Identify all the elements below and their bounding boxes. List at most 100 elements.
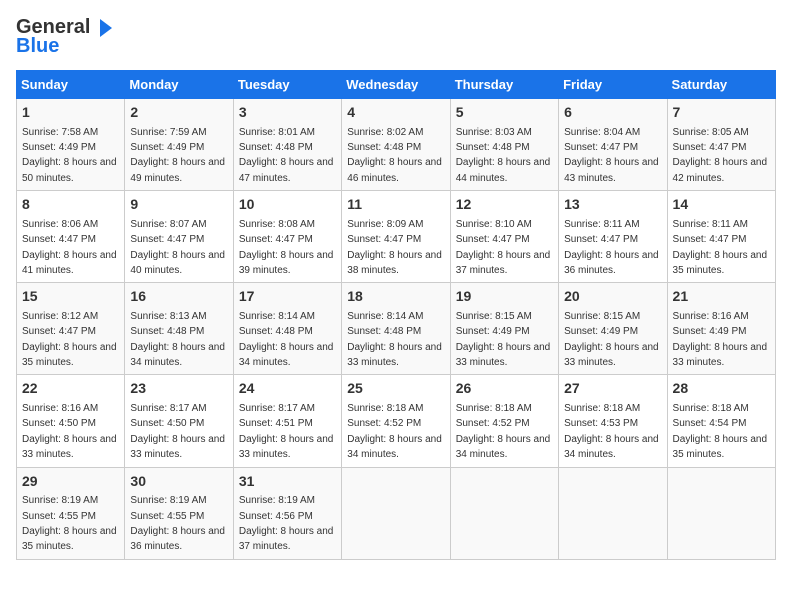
day-number: 23: [130, 379, 227, 399]
calendar-cell: 25Sunrise: 8:18 AMSunset: 4:52 PMDayligh…: [342, 375, 450, 467]
day-number: 16: [130, 287, 227, 307]
sunrise-text: Sunrise: 8:18 AM: [347, 403, 423, 414]
dow-friday: Friday: [559, 71, 667, 99]
sunset-text: Sunset: 4:48 PM: [239, 326, 313, 337]
sunrise-text: Sunrise: 8:14 AM: [347, 311, 423, 322]
sunrise-text: Sunrise: 8:15 AM: [564, 311, 640, 322]
day-number: 3: [239, 103, 336, 123]
daylight-text: Daylight: 8 hours and 33 minutes.: [239, 434, 334, 460]
sunset-text: Sunset: 4:50 PM: [130, 418, 204, 429]
sunrise-text: Sunrise: 8:08 AM: [239, 219, 315, 230]
logo-arrow-icon: [92, 17, 114, 39]
day-number: 9: [130, 195, 227, 215]
daylight-text: Daylight: 8 hours and 35 minutes.: [22, 526, 117, 552]
calendar-cell: 26Sunrise: 8:18 AMSunset: 4:52 PMDayligh…: [450, 375, 558, 467]
daylight-text: Daylight: 8 hours and 33 minutes.: [564, 342, 659, 368]
sunrise-text: Sunrise: 8:02 AM: [347, 127, 423, 138]
calendar-cell: 21Sunrise: 8:16 AMSunset: 4:49 PMDayligh…: [667, 283, 775, 375]
day-number: 11: [347, 195, 444, 215]
daylight-text: Daylight: 8 hours and 39 minutes.: [239, 250, 334, 276]
sunset-text: Sunset: 4:49 PM: [456, 326, 530, 337]
calendar-cell: 23Sunrise: 8:17 AMSunset: 4:50 PMDayligh…: [125, 375, 233, 467]
sunrise-text: Sunrise: 8:07 AM: [130, 219, 206, 230]
sunset-text: Sunset: 4:48 PM: [347, 142, 421, 153]
daylight-text: Daylight: 8 hours and 34 minutes.: [130, 342, 225, 368]
calendar-cell: 22Sunrise: 8:16 AMSunset: 4:50 PMDayligh…: [17, 375, 125, 467]
daylight-text: Daylight: 8 hours and 49 minutes.: [130, 157, 225, 183]
daylight-text: Daylight: 8 hours and 35 minutes.: [22, 342, 117, 368]
daylight-text: Daylight: 8 hours and 36 minutes.: [564, 250, 659, 276]
calendar-cell: 16Sunrise: 8:13 AMSunset: 4:48 PMDayligh…: [125, 283, 233, 375]
day-number: 15: [22, 287, 119, 307]
sunset-text: Sunset: 4:49 PM: [130, 142, 204, 153]
sunrise-text: Sunrise: 7:58 AM: [22, 127, 98, 138]
calendar-cell: [559, 467, 667, 559]
calendar-cell: 3Sunrise: 8:01 AMSunset: 4:48 PMDaylight…: [233, 99, 341, 191]
calendar-cell: [342, 467, 450, 559]
daylight-text: Daylight: 8 hours and 34 minutes.: [347, 434, 442, 460]
calendar-cell: 18Sunrise: 8:14 AMSunset: 4:48 PMDayligh…: [342, 283, 450, 375]
daylight-text: Daylight: 8 hours and 43 minutes.: [564, 157, 659, 183]
sunset-text: Sunset: 4:48 PM: [347, 326, 421, 337]
day-number: 4: [347, 103, 444, 123]
logo: General Blue: [16, 16, 114, 58]
calendar-cell: 30Sunrise: 8:19 AMSunset: 4:55 PMDayligh…: [125, 467, 233, 559]
sunset-text: Sunset: 4:47 PM: [239, 234, 313, 245]
sunset-text: Sunset: 4:50 PM: [22, 418, 96, 429]
sunrise-text: Sunrise: 8:11 AM: [673, 219, 748, 230]
sunset-text: Sunset: 4:56 PM: [239, 511, 313, 522]
day-number: 20: [564, 287, 661, 307]
calendar-cell: 11Sunrise: 8:09 AMSunset: 4:47 PMDayligh…: [342, 191, 450, 283]
day-number: 6: [564, 103, 661, 123]
day-number: 13: [564, 195, 661, 215]
day-number: 10: [239, 195, 336, 215]
sunrise-text: Sunrise: 8:10 AM: [456, 219, 532, 230]
calendar-cell: 15Sunrise: 8:12 AMSunset: 4:47 PMDayligh…: [17, 283, 125, 375]
sunset-text: Sunset: 4:47 PM: [22, 234, 96, 245]
week-row-5: 29Sunrise: 8:19 AMSunset: 4:55 PMDayligh…: [17, 467, 776, 559]
calendar-cell: 6Sunrise: 8:04 AMSunset: 4:47 PMDaylight…: [559, 99, 667, 191]
sunset-text: Sunset: 4:52 PM: [456, 418, 530, 429]
week-row-4: 22Sunrise: 8:16 AMSunset: 4:50 PMDayligh…: [17, 375, 776, 467]
calendar-cell: [450, 467, 558, 559]
day-number: 8: [22, 195, 119, 215]
sunrise-text: Sunrise: 8:19 AM: [239, 495, 315, 506]
sunset-text: Sunset: 4:47 PM: [130, 234, 204, 245]
calendar-cell: 5Sunrise: 8:03 AMSunset: 4:48 PMDaylight…: [450, 99, 558, 191]
daylight-text: Daylight: 8 hours and 50 minutes.: [22, 157, 117, 183]
calendar-cell: 9Sunrise: 8:07 AMSunset: 4:47 PMDaylight…: [125, 191, 233, 283]
sunset-text: Sunset: 4:47 PM: [564, 142, 638, 153]
sunrise-text: Sunrise: 8:14 AM: [239, 311, 315, 322]
logo-blue: Blue: [16, 35, 59, 58]
dow-saturday: Saturday: [667, 71, 775, 99]
calendar-table: SundayMondayTuesdayWednesdayThursdayFrid…: [16, 70, 776, 560]
daylight-text: Daylight: 8 hours and 41 minutes.: [22, 250, 117, 276]
daylight-text: Daylight: 8 hours and 33 minutes.: [347, 342, 442, 368]
calendar-cell: [667, 467, 775, 559]
sunrise-text: Sunrise: 8:11 AM: [564, 219, 639, 230]
sunset-text: Sunset: 4:47 PM: [673, 234, 747, 245]
sunset-text: Sunset: 4:47 PM: [564, 234, 638, 245]
sunrise-text: Sunrise: 8:18 AM: [456, 403, 532, 414]
sunset-text: Sunset: 4:47 PM: [347, 234, 421, 245]
sunrise-text: Sunrise: 8:19 AM: [22, 495, 98, 506]
day-number: 5: [456, 103, 553, 123]
sunrise-text: Sunrise: 8:18 AM: [673, 403, 749, 414]
calendar-cell: 8Sunrise: 8:06 AMSunset: 4:47 PMDaylight…: [17, 191, 125, 283]
sunrise-text: Sunrise: 8:09 AM: [347, 219, 423, 230]
sunset-text: Sunset: 4:51 PM: [239, 418, 313, 429]
daylight-text: Daylight: 8 hours and 33 minutes.: [673, 342, 768, 368]
day-number: 17: [239, 287, 336, 307]
sunrise-text: Sunrise: 8:03 AM: [456, 127, 532, 138]
sunset-text: Sunset: 4:54 PM: [673, 418, 747, 429]
sunset-text: Sunset: 4:47 PM: [673, 142, 747, 153]
sunset-text: Sunset: 4:48 PM: [130, 326, 204, 337]
sunset-text: Sunset: 4:55 PM: [22, 511, 96, 522]
sunset-text: Sunset: 4:47 PM: [456, 234, 530, 245]
daylight-text: Daylight: 8 hours and 34 minutes.: [564, 434, 659, 460]
daylight-text: Daylight: 8 hours and 33 minutes.: [22, 434, 117, 460]
day-number: 26: [456, 379, 553, 399]
dow-thursday: Thursday: [450, 71, 558, 99]
day-number: 7: [673, 103, 770, 123]
daylight-text: Daylight: 8 hours and 47 minutes.: [239, 157, 334, 183]
